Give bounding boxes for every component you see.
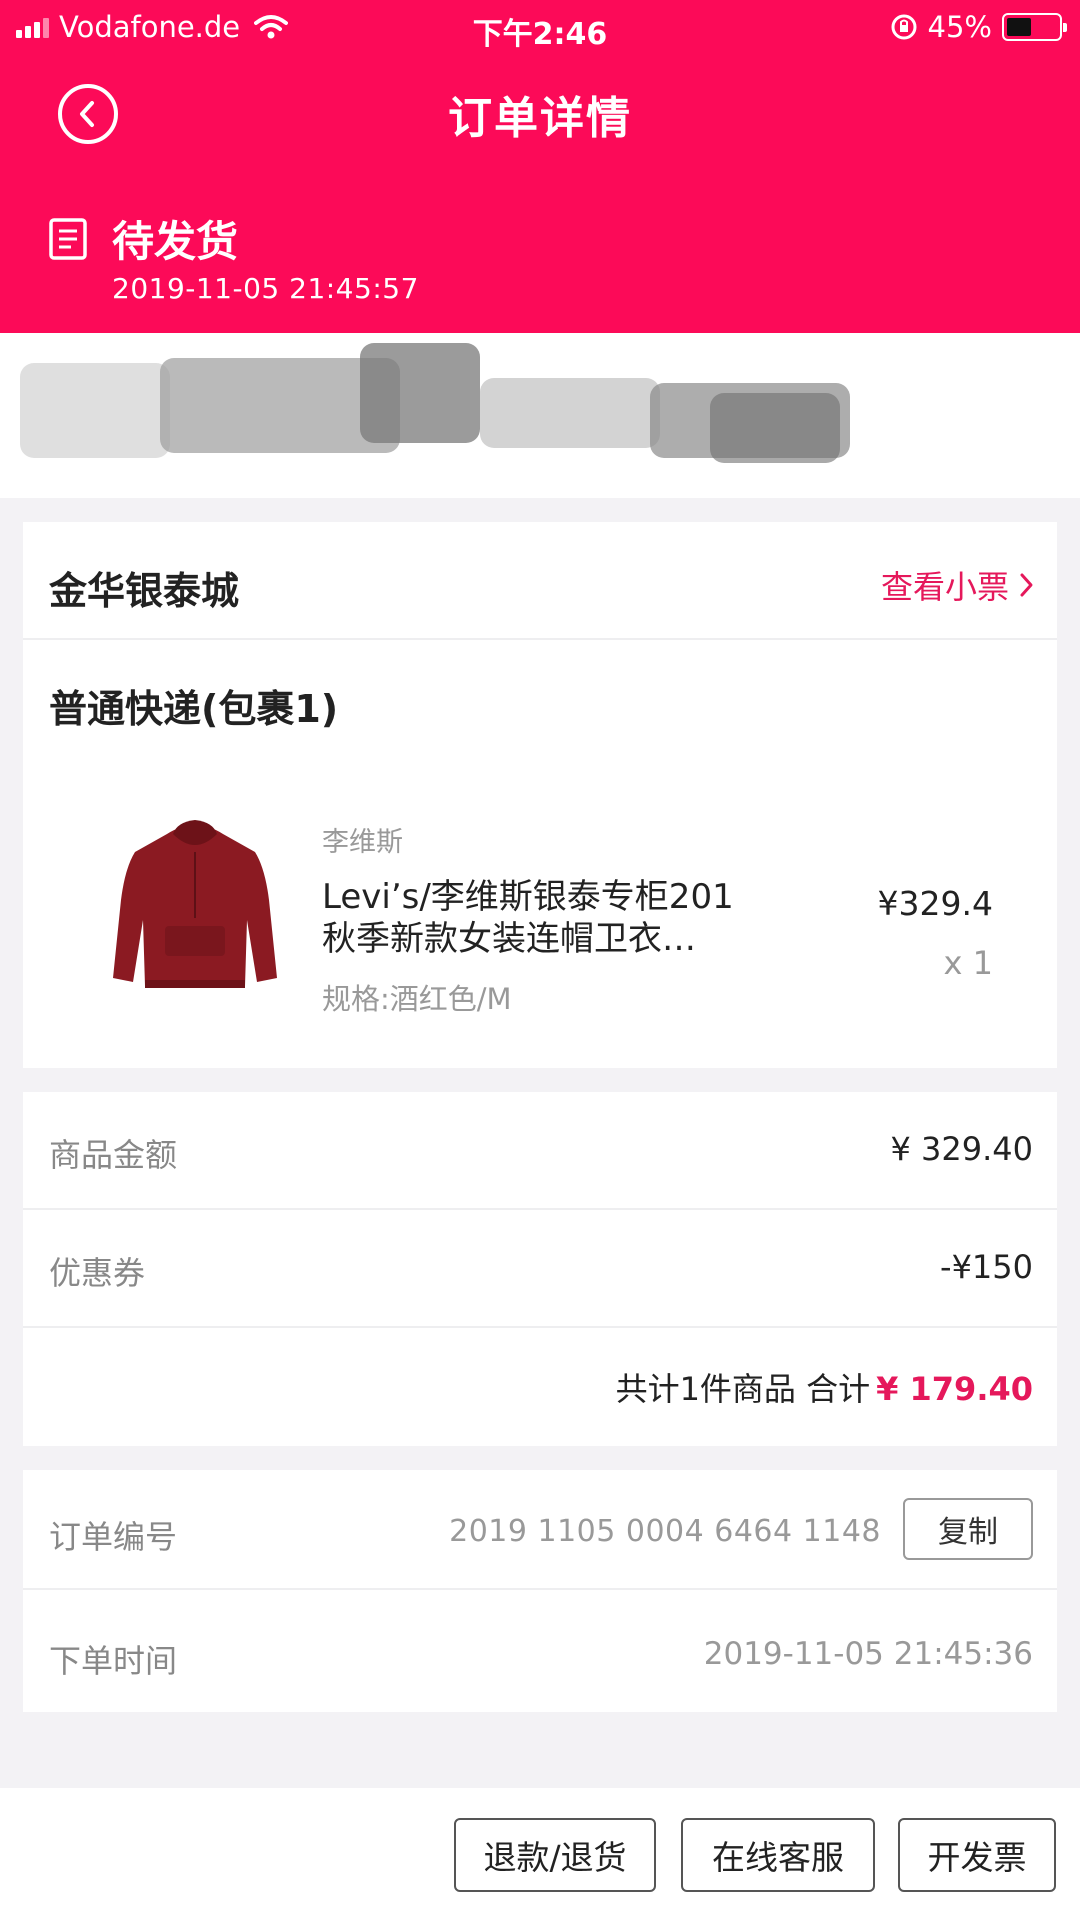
online-service-button[interactable]: 在线客服	[681, 1818, 875, 1892]
order-time-row: 下单时间 2019-11-05 21:45:36	[23, 1590, 1057, 1712]
goods-amount-label: 商品金额	[49, 1136, 178, 1174]
price-summary-card: 商品金额 ¥ 329.40 优惠券 -¥150 共计1件商品 合计 ¥ 179.4…	[23, 1092, 1057, 1446]
battery-icon	[1002, 13, 1067, 41]
redaction-mark	[20, 363, 170, 458]
refund-return-button[interactable]: 退款/退货	[454, 1818, 656, 1892]
document-icon	[49, 218, 87, 260]
shop-card: 金华银泰城 查看小票 普通快递(包裹1) 李维斯 Levi’s/李维斯银泰专柜2…	[23, 522, 1057, 1068]
product-price: ¥329.4	[877, 884, 993, 923]
view-receipt-link[interactable]: 查看小票	[881, 562, 1035, 608]
product-title[interactable]: Levi’s/李维斯银泰专柜201秋季新款女装连帽卫衣…	[322, 876, 762, 960]
total-prefix: 共计1件商品 合计	[615, 1370, 871, 1408]
redaction-mark	[710, 393, 840, 463]
package-section: 普通快递(包裹1) 李维斯 Levi’s/李维斯银泰专柜201秋季新款女装连帽卫…	[23, 640, 1057, 1068]
product-image[interactable]	[95, 808, 295, 1008]
redaction-mark	[360, 343, 480, 443]
total-amount: ¥ 179.40	[876, 1370, 1033, 1408]
address-section-redacted[interactable]	[0, 333, 1080, 498]
order-status-time: 2019-11-05 21:45:57	[112, 272, 419, 305]
shop-row: 金华银泰城 查看小票	[23, 522, 1057, 640]
order-detail-page: Vodafone.de 下午2:46 45% 订单详情 待发货 2019-11-…	[0, 0, 1080, 1920]
product-spec: 规格:酒红色/M	[322, 982, 512, 1016]
order-time: 2019-11-05 21:45:36	[703, 1636, 1033, 1672]
order-number-row: 订单编号 2019 1105 0004 6464 1148 复制	[23, 1470, 1057, 1590]
page-title: 订单详情	[448, 93, 632, 144]
rotation-lock-icon	[891, 14, 917, 40]
copy-button[interactable]: 复制	[903, 1498, 1033, 1560]
goods-amount-row: 商品金额 ¥ 329.40	[23, 1092, 1057, 1210]
redaction-mark	[480, 378, 660, 448]
chevron-right-icon	[1020, 573, 1033, 597]
order-number-label: 订单编号	[49, 1518, 178, 1556]
coupon-value: -¥150	[940, 1248, 1033, 1286]
order-number: 2019 1105 0004 6464 1148	[449, 1514, 881, 1549]
battery-percent: 45%	[927, 10, 992, 44]
coupon-label: 优惠券	[49, 1254, 146, 1292]
invoice-button[interactable]: 开发票	[898, 1818, 1056, 1892]
bottom-action-bar: 退款/退货 在线客服 开发票	[0, 1788, 1080, 1920]
goods-amount-value: ¥ 329.40	[890, 1130, 1034, 1168]
total-row: 共计1件商品 合计 ¥ 179.40	[23, 1328, 1057, 1446]
view-receipt-label: 查看小票	[880, 568, 1009, 606]
delivery-type: 普通快递(包裹1)	[49, 687, 339, 731]
shop-name: 金华银泰城	[49, 569, 240, 613]
header: Vodafone.de 下午2:46 45% 订单详情 待发货 2019-11-…	[0, 0, 1080, 333]
coupon-row: 优惠券 -¥150	[23, 1210, 1057, 1328]
order-time-label: 下单时间	[49, 1642, 178, 1680]
order-status: 待发货	[112, 217, 239, 266]
order-info-card: 订单编号 2019 1105 0004 6464 1148 复制 下单时间 20…	[23, 1470, 1057, 1712]
product-quantity: x 1	[943, 944, 993, 982]
product-brand: 李维斯	[322, 827, 403, 858]
status-bar: Vodafone.de 下午2:46 45%	[0, 0, 1080, 55]
